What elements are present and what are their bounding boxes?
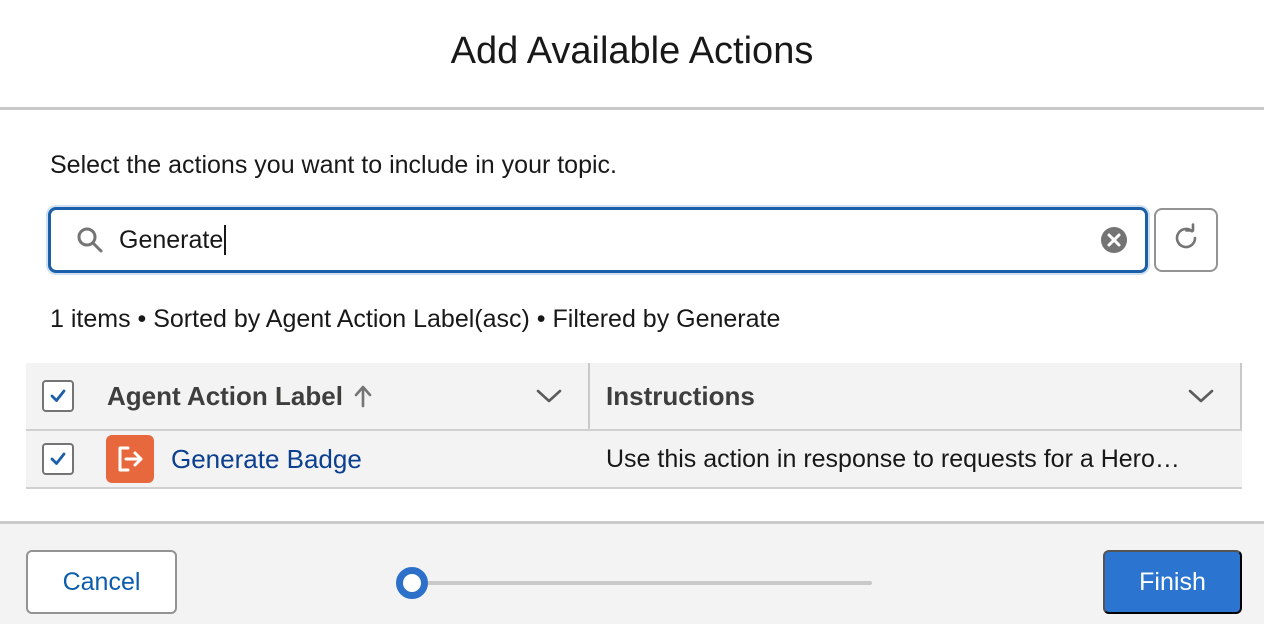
exit-arrow-icon	[106, 435, 154, 483]
search-value: Generate	[119, 225, 224, 254]
progress-indicator	[396, 566, 872, 600]
modal-body: Select the actions you want to include i…	[0, 113, 1264, 521]
clear-search-icon[interactable]	[1099, 225, 1129, 255]
refresh-icon	[1171, 222, 1201, 258]
refresh-button[interactable]	[1154, 208, 1218, 272]
progress-step-current	[396, 567, 428, 599]
text-caret	[224, 225, 227, 255]
action-link-generate-badge[interactable]: Generate Badge	[171, 444, 362, 475]
cancel-button[interactable]: Cancel	[26, 550, 177, 614]
select-all-checkbox[interactable]	[42, 380, 74, 412]
column-divider[interactable]	[588, 363, 590, 429]
checkmark-icon	[50, 452, 66, 465]
chevron-down-icon[interactable]	[1186, 381, 1216, 411]
table-row: Generate Badge Use this action in respon…	[26, 431, 1242, 489]
search-icon	[75, 225, 105, 255]
progress-track	[412, 581, 872, 585]
modal-title: Add Available Actions	[450, 30, 814, 72]
row-instructions: Use this action in response to requests …	[606, 444, 1180, 473]
sort-ascending-icon	[353, 384, 373, 408]
checkmark-icon	[50, 389, 66, 402]
row-checkbox[interactable]	[42, 443, 74, 475]
chevron-down-icon[interactable]	[534, 381, 564, 411]
modal-footer: Cancel Finish	[0, 521, 1264, 624]
intro-text: Select the actions you want to include i…	[50, 151, 617, 179]
actions-table: Agent Action Label Instructions Generate…	[26, 363, 1242, 489]
finish-button[interactable]: Finish	[1103, 550, 1242, 614]
modal-header: Add Available Actions	[0, 0, 1264, 110]
column-divider	[1240, 363, 1242, 429]
search-input[interactable]: Generate	[48, 207, 1148, 273]
column-header-agent-action-label[interactable]: Agent Action Label	[107, 381, 373, 412]
list-summary: 1 items • Sorted by Agent Action Label(a…	[50, 305, 781, 333]
column-header-instructions[interactable]: Instructions	[606, 381, 755, 412]
table-header: Agent Action Label Instructions	[26, 363, 1242, 431]
